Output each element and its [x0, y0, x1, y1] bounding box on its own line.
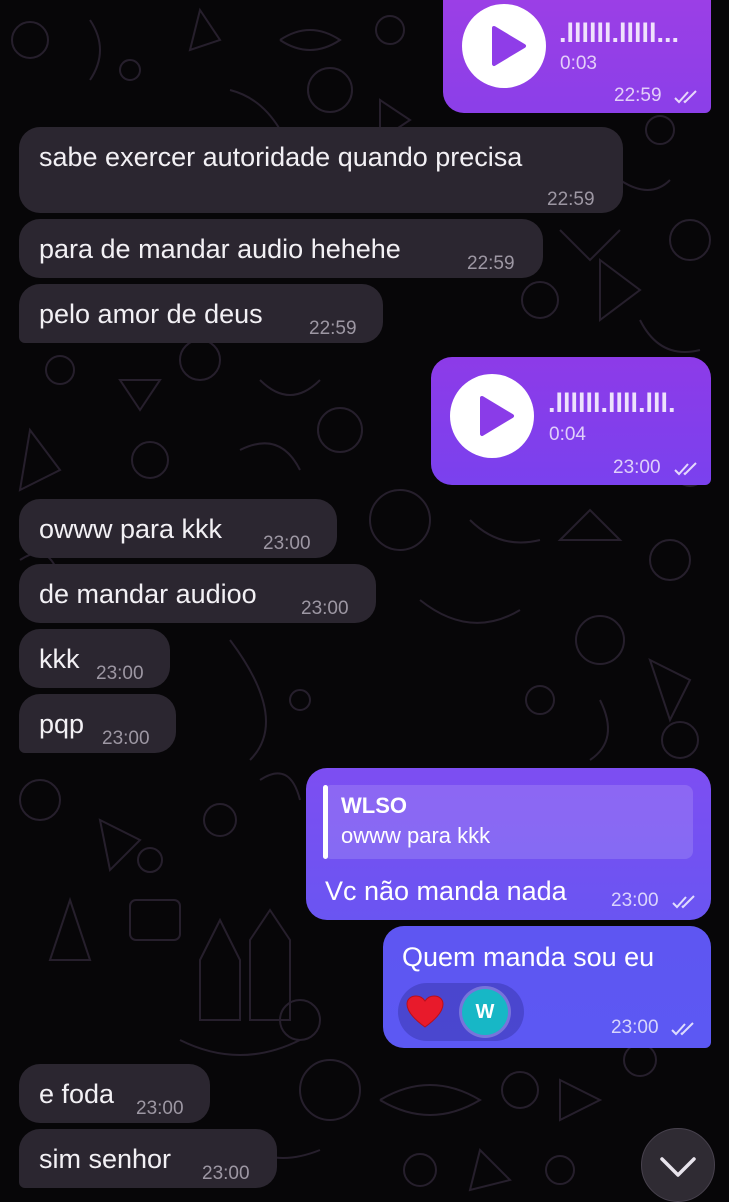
message-text: sim senhor [39, 1144, 172, 1174]
message-text: owww para kkk [39, 514, 223, 544]
message-time: 23:00 [611, 890, 659, 911]
reply-quote-bar [323, 785, 328, 859]
message-time: 23:00 [202, 1163, 250, 1184]
outgoing-voice-message[interactable]: .llllll.llll.lll. 0:04 23:00 [431, 357, 711, 485]
play-icon [492, 26, 526, 66]
outgoing-reply-message[interactable]: WLSO owww para kkk Vc não manda nada 23:… [306, 768, 711, 920]
incoming-message[interactable]: owww para kkk 23:00 [19, 499, 337, 558]
play-icon [480, 396, 514, 436]
message-time: 22:59 [614, 85, 662, 106]
message-time: 23:00 [611, 1017, 659, 1038]
message-time: 23:00 [102, 728, 150, 749]
message-time: 22:59 [309, 318, 357, 339]
outgoing-voice-message[interactable]: .llllll.lllll... 0:03 22:59 [443, 0, 711, 113]
message-time: 22:59 [547, 189, 595, 210]
message-text: Vc não manda nada [325, 876, 567, 906]
message-time: 23:00 [263, 533, 311, 554]
message-reactions[interactable]: W [398, 983, 524, 1041]
incoming-message[interactable]: pqp 23:00 [19, 694, 176, 753]
scroll-to-bottom-button[interactable] [641, 1128, 715, 1202]
message-text: de mandar audioo [39, 579, 257, 609]
heart-icon[interactable] [406, 995, 444, 1029]
message-time: 22:59 [467, 253, 515, 274]
message-text: Quem manda sou eu [402, 942, 655, 972]
message-time: 23:00 [136, 1098, 184, 1119]
avatar[interactable]: W [462, 989, 508, 1035]
message-text: e foda [39, 1079, 115, 1109]
reply-author: WLSO [341, 793, 407, 818]
reply-quote[interactable]: WLSO owww para kkk [323, 785, 693, 859]
chevron-down-icon [660, 1157, 696, 1177]
voice-waveform: .llllll.llll.lll. [548, 388, 676, 418]
voice-duration: 0:04 [549, 424, 586, 445]
play-button[interactable] [462, 4, 546, 88]
double-check-icon [672, 895, 695, 909]
incoming-message[interactable]: pelo amor de deus 22:59 [19, 284, 383, 343]
message-time: 23:00 [613, 457, 661, 478]
incoming-message[interactable]: sabe exercer autoridade quando precisa 2… [19, 127, 623, 213]
message-text: kkk [39, 644, 80, 674]
reply-text: owww para kkk [341, 823, 491, 848]
incoming-message[interactable]: sim senhor 23:00 [19, 1129, 277, 1188]
message-text: para de mandar audio hehehe [39, 234, 401, 264]
play-button[interactable] [450, 374, 534, 458]
voice-duration: 0:03 [560, 53, 597, 74]
double-check-icon [674, 90, 697, 104]
message-text: pqp [39, 709, 85, 739]
message-time: 23:00 [96, 663, 144, 684]
double-check-icon [674, 462, 697, 476]
message-time: 23:00 [301, 598, 349, 619]
message-text: sabe exercer autoridade quando precisa [39, 142, 523, 172]
incoming-message[interactable]: kkk 23:00 [19, 629, 170, 688]
voice-waveform: .llllll.lllll... [559, 18, 680, 48]
incoming-message[interactable]: e foda 23:00 [19, 1064, 210, 1123]
message-text: pelo amor de deus [39, 299, 263, 329]
outgoing-message[interactable]: Quem manda sou eu W 23:00 [383, 926, 711, 1048]
double-check-icon [671, 1022, 694, 1036]
incoming-message[interactable]: para de mandar audio hehehe 22:59 [19, 219, 543, 278]
incoming-message[interactable]: de mandar audioo 23:00 [19, 564, 376, 623]
